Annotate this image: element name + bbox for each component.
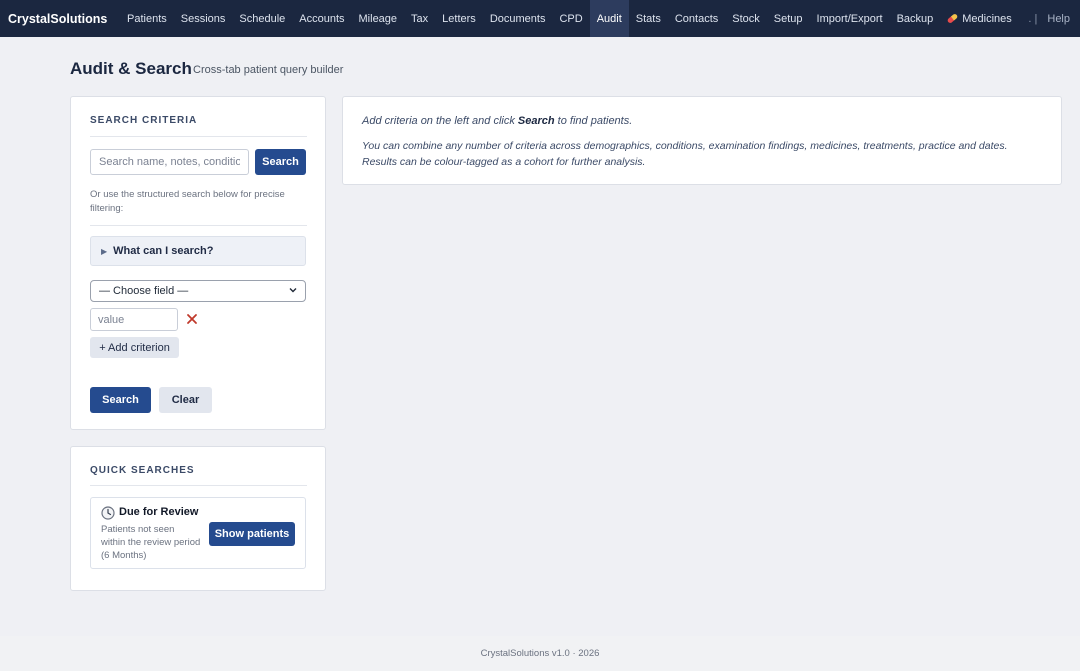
what-can-i-search-toggle[interactable]: ▶ What can I search?	[90, 236, 306, 266]
search-button[interactable]: Search	[90, 387, 151, 413]
nav-item-stock[interactable]: Stock	[725, 0, 767, 37]
nav-item-letters[interactable]: Letters	[435, 0, 483, 37]
show-patients-button[interactable]: Show patients	[209, 522, 295, 546]
top-nav: CrystalSolutions Patients Sessions Sched…	[0, 0, 1080, 37]
nav-right: . | Help	[1028, 0, 1070, 37]
nav-item-backup[interactable]: Backup	[890, 0, 941, 37]
footer-text: CrystalSolutions v1.0 · 2026	[480, 648, 600, 659]
nav-item-tax[interactable]: Tax	[404, 0, 435, 37]
criterion-value-input[interactable]	[90, 308, 178, 331]
info-instruction: Add criteria on the left and click Searc…	[362, 115, 632, 127]
page-title: Audit & Search	[70, 59, 192, 78]
app-brand[interactable]: CrystalSolutions	[0, 12, 120, 26]
nav-item-sessions[interactable]: Sessions	[174, 0, 233, 37]
divider	[90, 225, 307, 226]
page-subtitle: Cross-tab patient query builder	[193, 64, 344, 76]
quick-search-button[interactable]: Search	[255, 149, 306, 175]
quick-search-item: Due for Review Patients not seen within …	[90, 497, 306, 569]
nav-item-medicines[interactable]: Medicines	[940, 0, 1019, 37]
quick-search-input[interactable]	[90, 149, 249, 175]
nav-item-stats[interactable]: Stats	[629, 0, 668, 37]
results-info-card: Add criteria on the left and click Searc…	[342, 96, 1062, 185]
nav-item-cpd[interactable]: CPD	[552, 0, 589, 37]
nav-item-patients[interactable]: Patients	[120, 0, 174, 37]
structured-search-hint: Or use the structured search below for p…	[90, 189, 285, 214]
info-description: You can combine any number of criteria a…	[362, 140, 1008, 168]
pill-icon	[947, 13, 958, 24]
quick-searches-card: Quick Searches Due for Review Patients n…	[70, 446, 326, 591]
clock-icon	[101, 506, 115, 520]
nav-item-accounts[interactable]: Accounts	[292, 0, 351, 37]
nav-links: Patients Sessions Schedule Accounts Mile…	[120, 0, 1019, 37]
footer: CrystalSolutions v1.0 · 2026	[0, 636, 1080, 671]
disclosure-triangle-icon: ▶	[101, 246, 108, 256]
choose-field-value: — Choose field —	[99, 285, 189, 297]
help-link[interactable]: Help	[1047, 13, 1070, 25]
clear-button[interactable]: Clear	[159, 387, 212, 413]
nav-item-mileage[interactable]: Mileage	[352, 0, 405, 37]
remove-criterion-icon[interactable]	[185, 312, 199, 326]
what-can-i-search-label: What can I search?	[113, 245, 214, 257]
add-criterion-button[interactable]: + Add criterion	[90, 337, 179, 358]
quick-search-description: Patients not seen within the review peri…	[101, 524, 201, 561]
info-instruction-bold: Search	[517, 115, 555, 127]
nav-item-documents[interactable]: Documents	[483, 0, 553, 37]
nav-item-contacts[interactable]: Contacts	[668, 0, 725, 37]
info-instruction-pre: Add criteria on the left and click	[362, 115, 518, 127]
divider	[90, 485, 307, 486]
choose-field-select[interactable]: — Choose field —	[90, 280, 306, 302]
search-criteria-heading: Search Criteria	[90, 115, 198, 126]
search-criteria-card: Search Criteria Search Or use the struct…	[70, 96, 326, 430]
quick-searches-heading: Quick Searches	[90, 465, 195, 476]
chevron-down-icon	[289, 288, 297, 293]
nav-item-audit[interactable]: Audit	[589, 0, 629, 37]
info-instruction-post: to find patients.	[554, 115, 633, 127]
quick-search-title: Due for Review	[119, 506, 199, 518]
nav-item-schedule[interactable]: Schedule	[232, 0, 292, 37]
nav-separator: . |	[1028, 12, 1038, 25]
divider	[90, 136, 307, 137]
nav-item-import-export[interactable]: Import/Export	[810, 0, 890, 37]
nav-item-medicines-label: Medicines	[962, 12, 1012, 25]
nav-item-setup[interactable]: Setup	[767, 0, 810, 37]
